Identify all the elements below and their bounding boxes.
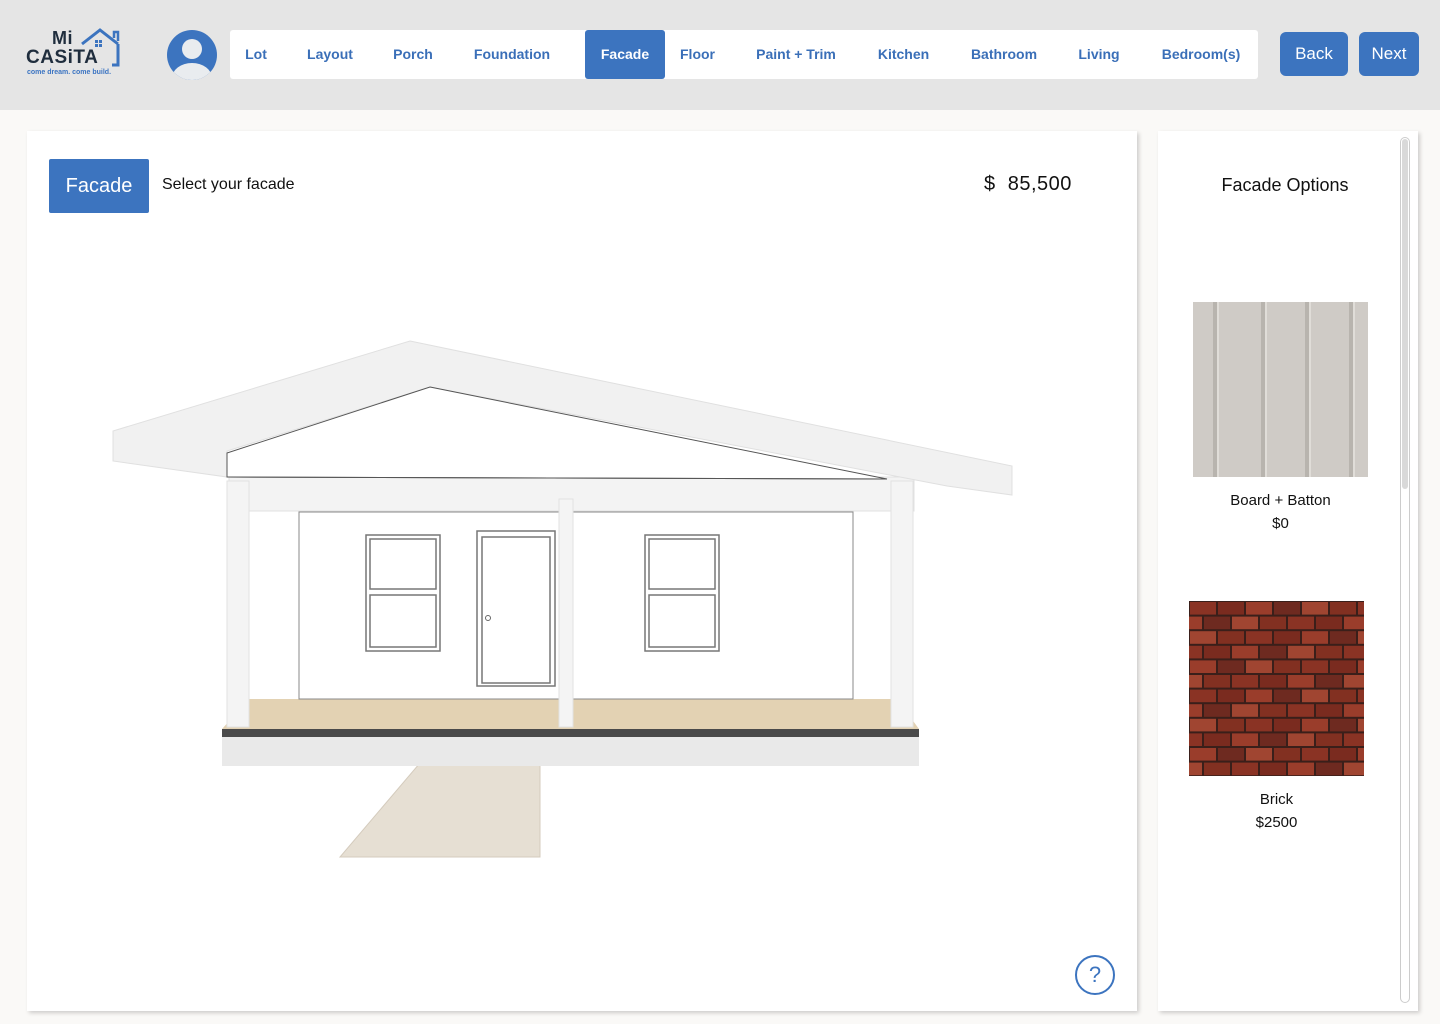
total-price: $ 85,500 [984, 173, 1072, 195]
tab-facade[interactable]: Facade [585, 30, 665, 79]
logo-tagline: come dream. come build. [27, 69, 112, 76]
step-badge: Facade [49, 159, 149, 213]
options-scrollbar-thumb[interactable] [1402, 139, 1408, 489]
logo-word-mi: Mi [52, 28, 73, 48]
facade-options-panel: Facade Options Board + Batton $0 Brick $… [1158, 131, 1418, 1011]
front-door [476, 530, 556, 687]
back-button[interactable]: Back [1280, 32, 1348, 76]
mi-casita-logo[interactable]: Mi CASiTA come dream. come build. [24, 28, 124, 80]
help-button[interactable]: ? [1075, 955, 1115, 995]
option-name: Board + Batton [1230, 492, 1331, 509]
tab-lot[interactable]: Lot [230, 30, 282, 79]
option-price: $2500 [1255, 814, 1298, 831]
option-brick[interactable]: Brick $2500 [1189, 601, 1364, 836]
option-price: $0 [1272, 515, 1289, 532]
top-bar: Mi CASiTA come dream. come build. Lot La… [0, 0, 1440, 110]
option-name: Brick [1259, 791, 1294, 808]
tab-foundation[interactable]: Foundation [462, 30, 562, 79]
brick-swatch [1189, 601, 1364, 776]
facade-preview-panel: Facade Select your facade $ 85,500 ? [27, 131, 1137, 1011]
house-rendering [112, 340, 1013, 858]
step-tabs: Lot Layout Porch Foundation Facade Floor… [230, 30, 1258, 79]
tab-bedrooms[interactable]: Bedroom(s) [1153, 30, 1249, 79]
right-window [644, 534, 720, 652]
tab-floor[interactable]: Floor [670, 30, 725, 79]
next-button[interactable]: Next [1359, 32, 1419, 76]
options-scrollbar[interactable] [1400, 137, 1410, 1003]
step-instruction: Select your facade [162, 176, 295, 193]
left-window [365, 534, 441, 652]
house-logo-icon [81, 28, 120, 67]
user-avatar-icon[interactable] [167, 30, 217, 80]
option-board-batton[interactable]: Board + Batton $0 [1193, 302, 1368, 537]
tab-living[interactable]: Living [1070, 30, 1128, 79]
tab-bathroom[interactable]: Bathroom [963, 30, 1045, 79]
avatar-body [172, 63, 212, 80]
facade-options-title: Facade Options [1221, 175, 1349, 195]
tab-porch[interactable]: Porch [382, 30, 444, 79]
tab-kitchen[interactable]: Kitchen [867, 30, 940, 79]
tab-paint-trim[interactable]: Paint + Trim [745, 30, 847, 79]
avatar-head [182, 39, 202, 59]
board-batton-swatch [1193, 302, 1368, 477]
tab-layout[interactable]: Layout [296, 30, 364, 79]
